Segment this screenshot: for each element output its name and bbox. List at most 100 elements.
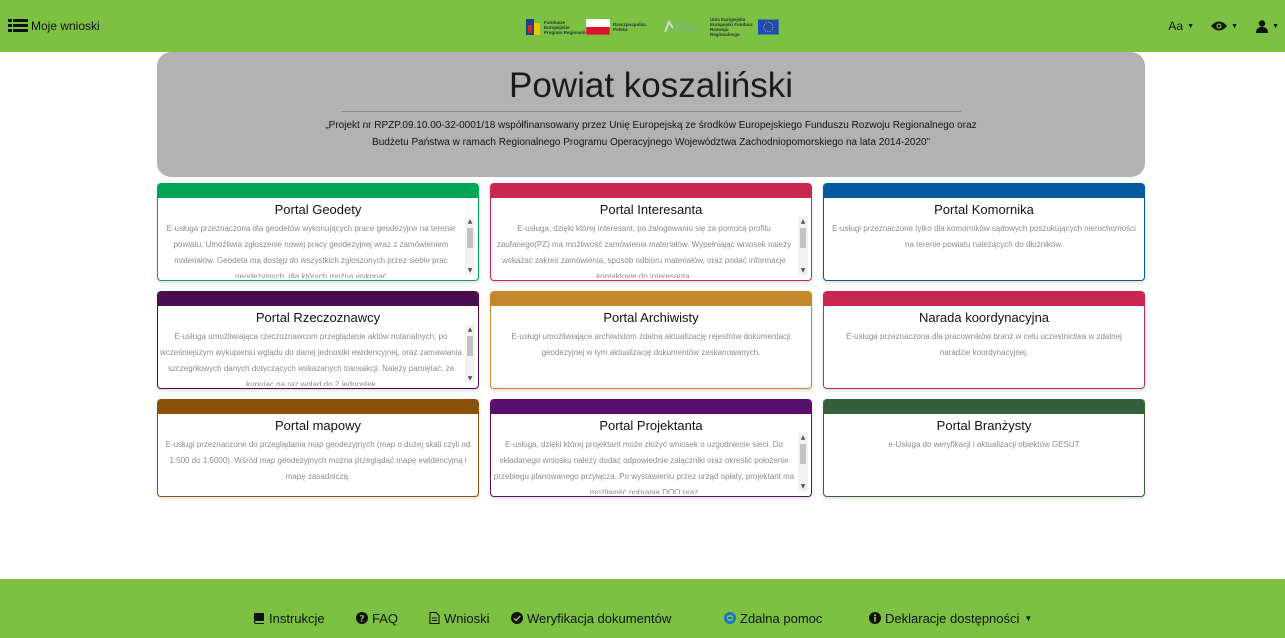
footer-link-wnioski[interactable]: Wnioski	[428, 610, 490, 626]
card-description: E-usługa, dzięki której projektant może …	[493, 440, 795, 494]
svg-text:?: ?	[359, 615, 364, 625]
fe-line3: Program Regionalny	[544, 29, 589, 35]
card-description: E-usługa, dzięki której interesant, po z…	[496, 224, 792, 278]
caret-down-icon: ▼	[1024, 613, 1033, 623]
my-requests-link[interactable]: Moje wnioski	[8, 17, 100, 35]
card-portal-projektanta[interactable]: Portal Projektanta E-usługa, dzięki któr…	[490, 399, 812, 497]
user-menu-dropdown[interactable]: ▼	[1256, 17, 1279, 35]
eu-flag-icon	[758, 19, 779, 35]
card-description: E-usługi przeznaczone do przeglądania ma…	[165, 440, 471, 481]
card-color-band	[158, 399, 478, 414]
title-divider	[341, 111, 961, 112]
card-color-band	[491, 183, 811, 198]
scroll-thumb[interactable]	[467, 336, 473, 356]
question-circle-icon: ?	[356, 612, 368, 624]
footer-link-label: Wnioski	[444, 610, 490, 626]
fe-logo-mark	[526, 19, 540, 35]
caret-down-icon: ▼	[1272, 22, 1279, 30]
card-title: Portal Branżysty	[936, 418, 1032, 433]
card-color-band	[824, 291, 1144, 306]
card-title: Portal Interesanta	[599, 202, 703, 217]
scroll-thumb[interactable]	[467, 228, 473, 248]
card-color-band	[824, 399, 1144, 414]
font-size-label: Aa	[1168, 19, 1184, 33]
card-portal-archiwisty[interactable]: Portal Archiwisty E-usługi umożliwiające…	[490, 291, 812, 389]
card-title: Portal Projektanta	[599, 418, 703, 433]
polish-flag-icon	[586, 19, 610, 35]
footer-link-label: FAQ	[372, 610, 399, 626]
footer-link-label: Instrukcje	[269, 610, 325, 626]
caret-down-icon: ▼	[1231, 22, 1238, 30]
scroll-down-icon[interactable]: ▼	[465, 374, 475, 383]
eye-icon	[1211, 21, 1228, 31]
book-icon	[254, 613, 264, 624]
font-size-dropdown[interactable]: Aa ▼	[1168, 17, 1194, 35]
card-portal-geodety[interactable]: Portal Geodety E-usługa przeznaczona dla…	[157, 183, 479, 281]
card-scrollbar[interactable]: ▲ ▼	[798, 217, 808, 275]
eu-logo: Unia Europejska Europejski Fundusz Rozwo…	[710, 17, 779, 37]
scroll-thumb[interactable]	[800, 228, 806, 248]
card-color-band	[158, 183, 478, 198]
card-portal-branzysty[interactable]: Portal Branżysty e-Usługa do weryfikacji…	[823, 399, 1145, 497]
card-color-band	[491, 399, 811, 414]
help-circle-icon	[724, 612, 736, 624]
project-funding-text: „Projekt nr RPZP.09.10.00-32-0001/18 wsp…	[325, 120, 977, 148]
card-portal-komornika[interactable]: Portal Komornika E-usługi przeznaczone t…	[823, 183, 1145, 281]
eu-line3: Rozwoju Regionalnego	[710, 27, 740, 37]
funding-logos: Fundusze Europejskie Program Regionalny …	[524, 17, 779, 37]
footer-link-weryfikacja[interactable]: Weryfikacja dokumentów	[511, 610, 671, 626]
check-circle-icon	[511, 612, 523, 624]
footer-link-zdalna-pomoc[interactable]: Zdalna pomoc	[724, 610, 822, 626]
scroll-up-icon[interactable]: ▲	[465, 217, 475, 226]
footer-bar: Instrukcje ? FAQ Wnioski Weryfikacja dok…	[0, 579, 1285, 638]
card-scrollbar[interactable]: ▲ ▼	[465, 217, 475, 275]
card-color-band	[158, 291, 478, 306]
hero-banner: Powiat koszaliński „Projekt nr RPZP.09.1…	[157, 52, 1145, 177]
footer-link-instrukcje[interactable]: Instrukcje	[253, 610, 325, 626]
card-portal-interesanta[interactable]: Portal Interesanta E-usługa, dzięki któr…	[490, 183, 812, 281]
footer-link-label: Zdalna pomoc	[740, 610, 823, 626]
file-icon	[429, 612, 440, 624]
info-circle-icon	[869, 612, 881, 624]
scroll-down-icon[interactable]: ▼	[465, 266, 475, 275]
card-description: E-usługa umożliwiająca rzeczoznawcom prz…	[160, 332, 462, 386]
card-portal-rzeczoznawcy[interactable]: Portal Rzeczoznawcy E-usługa umożliwiają…	[157, 291, 479, 389]
card-portal-mapowy[interactable]: Portal mapowy E-usługi przeznaczone do p…	[157, 399, 479, 497]
region-logo: Pomorze Zachodnie	[664, 17, 699, 37]
list-icon	[8, 19, 28, 32]
top-navbar: Moje wnioski Fundusze Europejskie Progra…	[0, 0, 1285, 52]
user-icon	[1256, 19, 1269, 33]
scroll-up-icon[interactable]: ▲	[465, 325, 475, 334]
region-mark-icon	[664, 20, 674, 33]
scroll-down-icon[interactable]: ▼	[798, 482, 808, 491]
page-title: Powiat koszaliński	[509, 66, 793, 105]
card-description: E-usługi przeznaczone tylko dla komornik…	[832, 224, 1136, 249]
card-description: e-Usługa do weryfikacji i aktualizacji o…	[888, 440, 1080, 449]
rp-logo: Rzeczpospolita Polska	[586, 17, 646, 37]
footer-link-faq[interactable]: ? FAQ	[356, 610, 398, 626]
scroll-up-icon[interactable]: ▲	[798, 217, 808, 226]
fe-logo: Fundusze Europejskie Program Regionalny	[524, 17, 588, 37]
card-description: E-usługa przeznaczona dla pracowników br…	[846, 332, 1122, 357]
footer-dropdown-deklaracje[interactable]: Deklaracje dostępności ▼	[869, 610, 1032, 626]
my-requests-label: Moje wnioski	[31, 19, 100, 33]
card-description: E-usługa przeznaczona dla geodetów wykon…	[166, 224, 456, 278]
scroll-down-icon[interactable]: ▼	[798, 266, 808, 275]
card-description: E-usługi umożliwiające archiwistom zdaln…	[511, 332, 791, 357]
card-narada-koordynacyjna[interactable]: Narada koordynacyjna E-usługa przeznaczo…	[823, 291, 1145, 389]
contrast-dropdown[interactable]: ▼	[1211, 17, 1238, 35]
scroll-up-icon[interactable]: ▲	[798, 433, 808, 442]
card-title: Portal Rzeczoznawcy	[255, 310, 381, 325]
card-scrollbar[interactable]: ▲ ▼	[465, 325, 475, 383]
scroll-thumb[interactable]	[800, 444, 806, 464]
card-color-band	[491, 291, 811, 306]
card-color-band	[824, 183, 1144, 198]
card-scrollbar[interactable]: ▲ ▼	[798, 433, 808, 491]
card-title: Portal mapowy	[275, 418, 361, 433]
region-line2: Zachodnie	[676, 27, 699, 32]
footer-link-label: Deklaracje dostępności	[885, 610, 1020, 626]
footer-link-label: Weryfikacja dokumentów	[527, 610, 672, 626]
caret-down-icon: ▼	[1187, 22, 1194, 30]
card-title: Narada koordynacyjna	[918, 310, 1050, 325]
card-title: Portal Komornika	[934, 202, 1034, 217]
